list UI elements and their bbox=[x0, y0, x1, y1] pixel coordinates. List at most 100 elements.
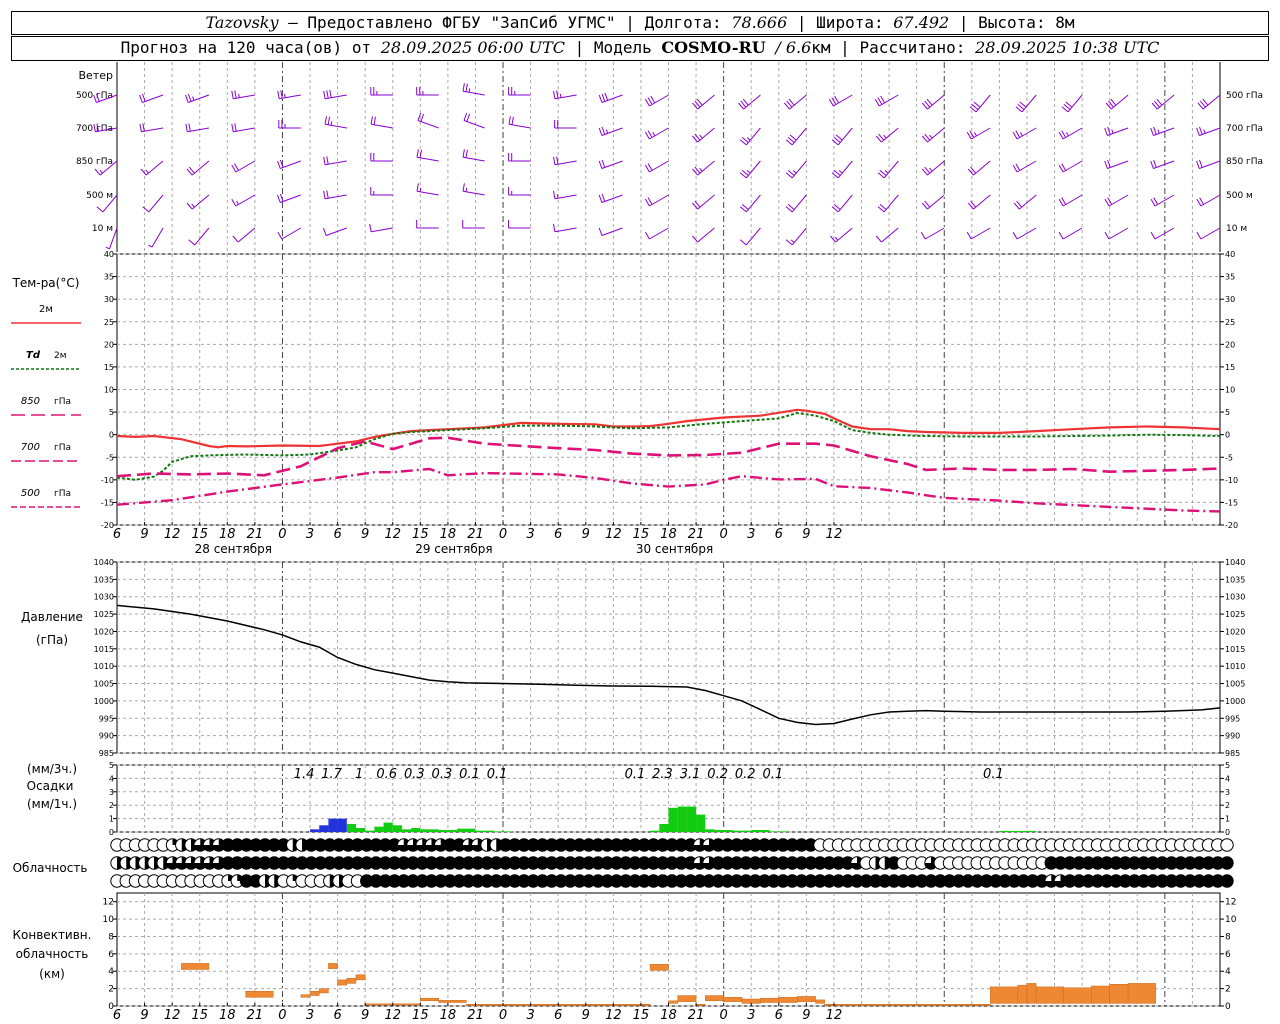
wind-barb bbox=[185, 123, 209, 133]
pressure-ytick-left: 1030 bbox=[94, 593, 114, 602]
wind-barb bbox=[232, 227, 256, 243]
convective-bar bbox=[705, 995, 724, 1002]
temperature-ytick-left: -5 bbox=[106, 453, 114, 462]
wind-barb bbox=[1196, 159, 1221, 169]
convective-xtick-label: 12 bbox=[164, 1008, 181, 1023]
wind-barb bbox=[1012, 227, 1037, 240]
precipitation-amount-label: 1.4 bbox=[294, 767, 315, 782]
pressure-ytick-right: 1035 bbox=[1225, 575, 1245, 584]
convective-xtick-label: 18 bbox=[440, 1008, 457, 1023]
wind-barb bbox=[417, 112, 439, 129]
wind-level-label-right: 700 гПа bbox=[1226, 124, 1263, 134]
precipitation-ytick-left: 3 bbox=[109, 788, 114, 797]
precipitation-amount-label: 0.3 bbox=[432, 767, 453, 782]
wind-barb bbox=[598, 227, 623, 236]
wind-barb bbox=[1196, 227, 1221, 240]
precipitation-bar-1h bbox=[732, 830, 752, 832]
cloudiness-title: Облачность bbox=[13, 861, 88, 875]
precipitation-bar-1h bbox=[457, 828, 476, 832]
precipitation-bar-3h bbox=[337, 818, 347, 832]
wind-barb bbox=[921, 160, 945, 176]
pressure-unit: (гПа) bbox=[36, 633, 68, 647]
wind-level-label-right: 500 гПа bbox=[1226, 91, 1263, 101]
convective-xtick-label: 0 bbox=[720, 1008, 728, 1023]
wind-barb bbox=[1061, 94, 1083, 113]
convective-xtick-label: 12 bbox=[605, 1008, 622, 1023]
wind-barb bbox=[370, 87, 393, 96]
wind-barb bbox=[966, 127, 991, 140]
convective-bar bbox=[328, 963, 338, 969]
temperature-legend-label: гПа bbox=[54, 397, 71, 407]
temperature-ytick-right: 5 bbox=[1225, 408, 1230, 417]
temperature-xtick-label: 12 bbox=[605, 527, 622, 542]
convective-xtick-label: 6 bbox=[333, 1008, 341, 1023]
wind-barb bbox=[738, 94, 761, 110]
wind-level-label-left: 850 гПа bbox=[76, 157, 113, 167]
wind-barb bbox=[463, 112, 485, 129]
wind-barb bbox=[554, 120, 577, 129]
wind-barb bbox=[785, 194, 807, 213]
pressure-ytick-right: 1040 bbox=[1225, 558, 1245, 567]
temperature-panel: -20 -20-15 -15-10 -10-5 -50 05 510 1015 1520 2025… bbox=[11, 250, 1238, 556]
temperature-xtick-label: 9 bbox=[582, 527, 590, 542]
convective-xtick-label: 21 bbox=[247, 1008, 264, 1023]
convective-xtick-label: 9 bbox=[361, 1008, 369, 1023]
temperature-legend-label: 2м bbox=[39, 304, 53, 315]
temperature-xtick-label: 3 bbox=[526, 527, 534, 542]
convective-bar bbox=[796, 996, 816, 1002]
precipitation-ytick-right: 3 bbox=[1225, 788, 1230, 797]
convective-bar bbox=[695, 1004, 706, 1006]
temperature-legend-label: 2м bbox=[54, 351, 67, 361]
precipitation-amount-label: 0.3 bbox=[404, 767, 425, 782]
convective-bar bbox=[649, 964, 669, 971]
pressure-panel: 985 985 990 990 995 995 1000 1000 1005 1005 1010 10… bbox=[21, 558, 1245, 758]
temperature-xtick-label: 21 bbox=[467, 527, 484, 542]
convective-xtick-label: 6 bbox=[113, 1008, 121, 1023]
convective-title-1: Конвективн. bbox=[13, 928, 92, 942]
temperature-xtick-label: 12 bbox=[826, 527, 843, 542]
wind-barb bbox=[553, 90, 577, 100]
wind-barb bbox=[508, 220, 531, 229]
pressure-ytick-left: 1000 bbox=[94, 697, 114, 706]
convective-ytick-right: 12 bbox=[1225, 898, 1236, 908]
pressure-ytick-right: 995 bbox=[1225, 714, 1240, 723]
temperature-xtick-label: 9 bbox=[802, 527, 810, 542]
wind-barb bbox=[785, 227, 807, 246]
wind-barb bbox=[1150, 194, 1175, 207]
wind-level-label-left: 500 м bbox=[86, 191, 113, 201]
wind-barb bbox=[969, 94, 991, 113]
temperature-ytick-right: 0 bbox=[1225, 431, 1230, 440]
temperature-ytick-right: -15 bbox=[1225, 498, 1238, 507]
precipitation-amount-label: 0.6 bbox=[376, 767, 397, 782]
precipitation-bar-3h bbox=[319, 825, 329, 832]
wind-barb bbox=[231, 194, 256, 207]
wind-barb bbox=[831, 127, 853, 146]
wind-barb bbox=[1104, 159, 1129, 169]
wind-barb bbox=[1196, 194, 1221, 207]
temperature-ytick-right: -20 bbox=[1225, 521, 1238, 530]
wind-barb bbox=[139, 93, 164, 103]
convective-bar bbox=[1109, 984, 1129, 1004]
convective-xtick-label: 3 bbox=[526, 1008, 534, 1023]
wind-level-label-right: 850 гПа bbox=[1226, 157, 1263, 167]
precipitation-amount-label: 3.1 bbox=[680, 767, 701, 782]
wind-barb bbox=[1196, 126, 1221, 136]
wind-barb bbox=[231, 160, 256, 173]
convective-xtick-label: 15 bbox=[191, 1008, 208, 1023]
wind-barb bbox=[186, 194, 210, 210]
wind-barb bbox=[185, 93, 210, 103]
precipitation-bar-1h bbox=[696, 814, 706, 832]
convective-ytick-right: 8 bbox=[1225, 932, 1231, 942]
wind-barb bbox=[370, 153, 393, 162]
convective-ytick-left: 2 bbox=[108, 985, 114, 995]
temperature-xtick-label: 21 bbox=[247, 527, 264, 542]
wind-barb bbox=[1150, 227, 1175, 240]
convective-bar bbox=[668, 1000, 678, 1004]
wind-barb bbox=[874, 94, 899, 107]
temperature-ytick-right: 20 bbox=[1225, 340, 1235, 349]
convective-xtick-label: 9 bbox=[140, 1008, 148, 1023]
convective-xtick-label: 0 bbox=[278, 1008, 286, 1023]
convective-bar bbox=[337, 979, 348, 986]
precipitation-bar-1h bbox=[438, 829, 458, 832]
convective-xtick-label: 0 bbox=[499, 1008, 507, 1023]
